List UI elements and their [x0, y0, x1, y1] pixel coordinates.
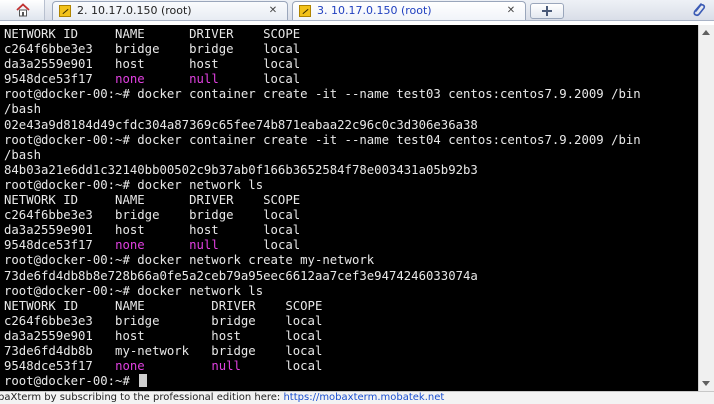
- home-icon: [16, 3, 30, 17]
- highlighted-text: none: [115, 72, 145, 87]
- terminal-text: 84b03a21e6dd1c32140bb00502c9b37ab0f166b3…: [4, 162, 478, 177]
- terminal-line: root@docker-00:~# docker network ls: [4, 178, 641, 193]
- scroll-down-arrow-icon[interactable]: [702, 381, 710, 386]
- scroll-up-arrow-icon[interactable]: [702, 30, 710, 35]
- terminal-text: 9548dce53f17: [4, 72, 116, 87]
- terminal-text: NETWORK ID NAME DRIVER SCOPE: [4, 193, 301, 208]
- terminal-text: root@docker-00:~# docker container creat…: [4, 87, 641, 102]
- terminal-text: /bash: [4, 102, 42, 117]
- terminal-text: local: [218, 72, 301, 87]
- terminal-text: da3a2559e901 host host local: [4, 328, 323, 343]
- terminal-line: NETWORK ID NAME DRIVER SCOPE: [4, 27, 641, 42]
- terminal-line: /bash: [4, 148, 641, 163]
- home-button[interactable]: [0, 0, 45, 20]
- terminal-line: NETWORK ID NAME DRIVER SCOPE: [4, 193, 641, 208]
- terminal-text: c264f6bbe3e3 bridge bridge local: [4, 42, 301, 57]
- close-icon[interactable]: ✕: [267, 5, 279, 17]
- terminal-output[interactable]: NETWORK ID NAME DRIVER SCOPE c264f6bbe3e3…: [0, 25, 698, 391]
- terminal-text: c264f6bbe3e3 bridge bridge local: [4, 208, 301, 223]
- promo-text: baXterm by subscribing to the profession…: [0, 392, 444, 404]
- plus-icon: [542, 6, 552, 16]
- terminal-line: c264f6bbe3e3 bridge bridge local: [4, 42, 641, 57]
- terminal-line: 73de6fd4db8b my-network bridge local: [4, 344, 641, 359]
- highlighted-text: null: [189, 238, 219, 253]
- terminal-line: 73de6fd4db8b8e728b66a0fe5a2ceb79a95eec66…: [4, 269, 641, 284]
- terminal-line: /bash: [4, 102, 641, 117]
- terminal-text: /bash: [4, 147, 42, 162]
- terminal-line: da3a2559e901 host host local: [4, 223, 641, 238]
- terminal-lines: NETWORK ID NAME DRIVER SCOPE c264f6bbe3e3…: [4, 27, 641, 389]
- vertical-scrollbar[interactable]: [698, 25, 714, 391]
- terminal-text: c264f6bbe3e3 bridge bridge local: [4, 313, 323, 328]
- terminal-line: root@docker-00:~# docker network ls: [4, 284, 641, 299]
- highlighted-text: null: [189, 72, 219, 87]
- tab-bar: 2. 10.17.0.150 (root) ✕ 3. 10.17.0.150 (…: [0, 0, 714, 21]
- terminal-text: 02e43a9d8184d49cfdc304a87369c65fee74b871…: [4, 117, 478, 132]
- close-icon[interactable]: ✕: [505, 5, 517, 17]
- terminal-text: NETWORK ID NAME DRIVER SCOPE: [4, 27, 301, 41]
- new-tab-button[interactable]: [530, 3, 564, 19]
- tab-session-2[interactable]: 2. 10.17.0.150 (root) ✕: [52, 1, 288, 20]
- terminal-text: root@docker-00:~# docker network ls: [4, 283, 264, 298]
- promo-message: baXterm by subscribing to the profession…: [0, 392, 284, 403]
- terminal-line: 02e43a9d8184d49cfdc304a87369c65fee74b871…: [4, 118, 641, 133]
- terminal-text: local: [218, 238, 301, 253]
- tab-session-3[interactable]: 3. 10.17.0.150 (root) ✕: [292, 1, 526, 20]
- terminal-line: 84b03a21e6dd1c32140bb00502c9b37ab0f166b3…: [4, 163, 641, 178]
- terminal-text: local: [240, 359, 323, 374]
- terminal-line: root@docker-00:~# docker container creat…: [4, 133, 641, 148]
- terminal-text: root@docker-00:~#: [4, 374, 138, 389]
- highlighted-text: none: [115, 238, 145, 253]
- terminal-line: 9548dce53f17 none null local: [4, 359, 641, 374]
- highlighted-text: null: [211, 359, 241, 374]
- promo-link[interactable]: https://mobaxterm.mobatek.net: [283, 392, 444, 403]
- terminal-text: 73de6fd4db8b my-network bridge local: [4, 343, 323, 358]
- terminal-line: da3a2559e901 host host local: [4, 329, 641, 344]
- status-bar: baXterm by subscribing to the profession…: [0, 391, 714, 404]
- terminal-text: da3a2559e901 host host local: [4, 57, 301, 72]
- terminal-text: NETWORK ID NAME DRIVER SCOPE: [4, 298, 323, 313]
- terminal-key-icon: [59, 5, 71, 17]
- terminal-line: NETWORK ID NAME DRIVER SCOPE: [4, 299, 641, 314]
- terminal-text: 73de6fd4db8b8e728b66a0fe5a2ceb79a95eec66…: [4, 268, 478, 283]
- terminal-line: 9548dce53f17 none null local: [4, 238, 641, 253]
- terminal-line: root@docker-00:~# docker container creat…: [4, 87, 641, 102]
- terminal-key-icon: [299, 5, 311, 17]
- terminal-text: root@docker-00:~# docker network create …: [4, 253, 375, 268]
- terminal-text: da3a2559e901 host host local: [4, 223, 301, 238]
- terminal-line: root@docker-00:~#: [4, 374, 641, 389]
- terminal-line: c264f6bbe3e3 bridge bridge local: [4, 314, 641, 329]
- tab-title: 2. 10.17.0.150 (root): [77, 4, 192, 17]
- terminal-text: root@docker-00:~# docker network ls: [4, 177, 264, 192]
- terminal-text: root@docker-00:~# docker container creat…: [4, 132, 641, 147]
- tab-title: 3. 10.17.0.150 (root): [317, 4, 432, 17]
- terminal-line: 9548dce53f17 none null local: [4, 72, 641, 87]
- terminal-text: 9548dce53f17: [4, 238, 116, 253]
- terminal-line: root@docker-00:~# docker network create …: [4, 253, 641, 268]
- terminal-line: c264f6bbe3e3 bridge bridge local: [4, 208, 641, 223]
- terminal-text: 9548dce53f17: [4, 359, 116, 374]
- highlighted-text: none: [115, 359, 145, 374]
- paperclip-icon[interactable]: [690, 1, 708, 19]
- text-cursor: [139, 374, 148, 388]
- terminal-line: da3a2559e901 host host local: [4, 57, 641, 72]
